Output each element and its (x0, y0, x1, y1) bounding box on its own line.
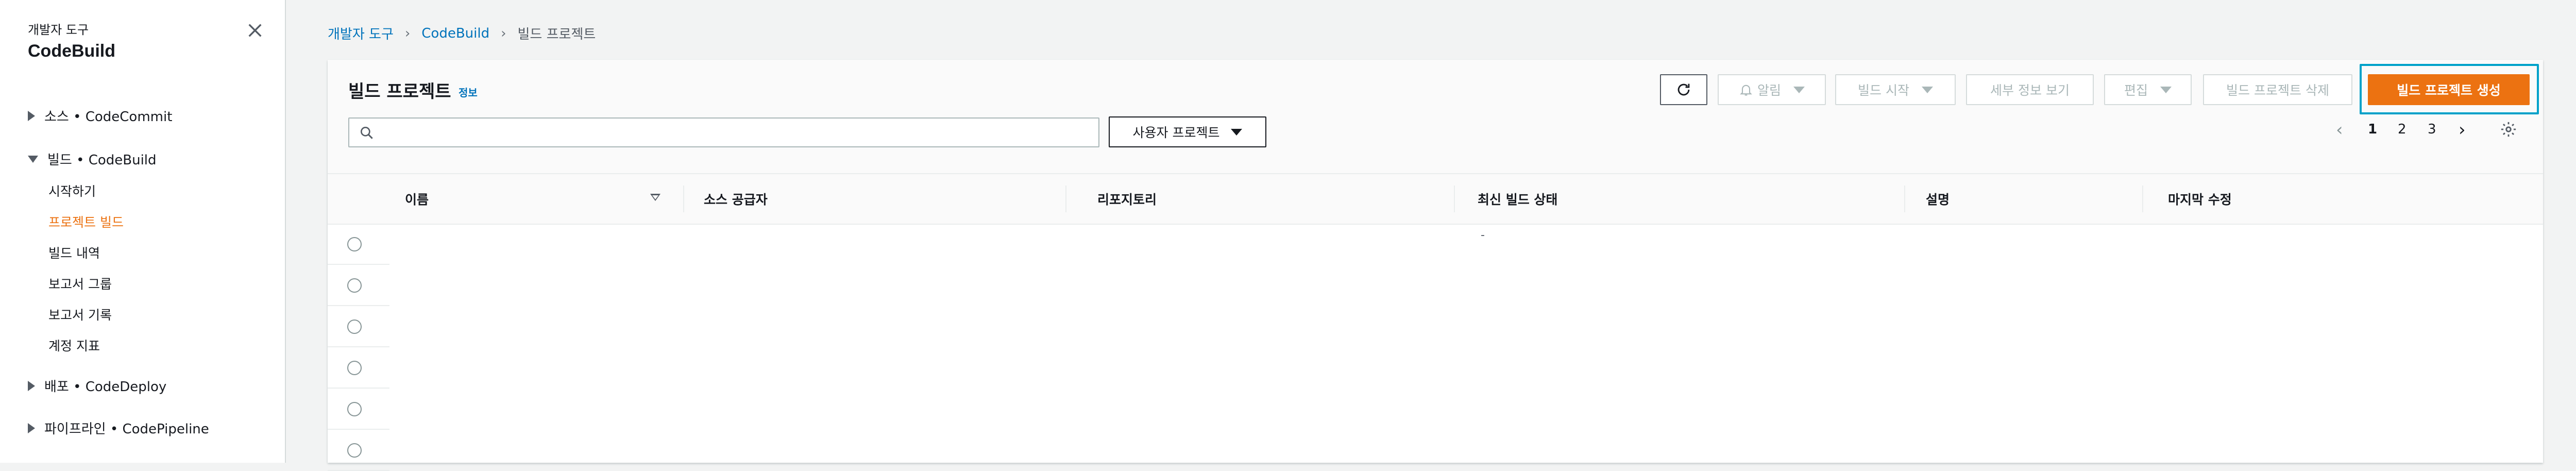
sidebar-group-pipeline[interactable]: 파이프라인 • CodePipeline (28, 418, 209, 438)
table-row[interactable] (328, 389, 2543, 430)
caret-down-icon (1231, 128, 1243, 136)
build-projects-panel: 빌드 프로젝트 정보 알림 빌드 시작 세부 정보 보기 편집 빌드 프로젝트 … (328, 60, 2543, 471)
settings-button[interactable] (2500, 121, 2517, 142)
refresh-button[interactable] (1660, 74, 1707, 105)
start-build-button[interactable]: 빌드 시작 (1835, 74, 1956, 105)
notify-label: 알림 (1757, 83, 1781, 98)
table-row[interactable] (328, 347, 2543, 389)
breadcrumb-developer-tools[interactable]: 개발자 도구 (328, 24, 394, 43)
column-source-provider[interactable]: 소스 공급자 (704, 190, 768, 208)
panel-header: 빌드 프로젝트 정보 알림 빌드 시작 세부 정보 보기 편집 빌드 프로젝트 … (328, 60, 2543, 174)
sidebar-group-source[interactable]: 소스 • CodeCommit (28, 106, 172, 125)
page-title: 빌드 프로젝트 (348, 81, 451, 102)
project-filter-select[interactable]: 사용자 프로젝트 (1109, 116, 1266, 147)
sidebar-group-label: 파이프라인 • CodePipeline (44, 422, 209, 437)
column-repository[interactable]: 리포지토리 (1097, 190, 1157, 208)
row-radio[interactable] (347, 443, 362, 458)
sidebar-title: CodeBuild (28, 41, 115, 61)
refresh-icon (1677, 83, 1690, 96)
create-project-button[interactable]: 빌드 프로젝트 생성 (2368, 74, 2530, 105)
page-3[interactable]: 3 (2428, 122, 2436, 137)
table-row[interactable] (328, 265, 2543, 306)
table-row[interactable] (328, 224, 2543, 265)
chevron-left-icon[interactable]: ‹ (2336, 120, 2343, 140)
bell-icon (1740, 85, 1752, 96)
caret-down-icon (1921, 86, 1933, 93)
row-radio[interactable] (347, 319, 362, 334)
start-build-label: 빌드 시작 (1858, 83, 1909, 98)
caret-right-icon (28, 110, 35, 121)
column-divider[interactable] (1065, 186, 1066, 212)
sidebar-item-report-history[interactable]: 보고서 기록 (48, 305, 112, 324)
column-latest-build-status[interactable]: 최신 빌드 상태 (1478, 190, 1557, 208)
row-select-cell (328, 306, 389, 347)
caret-right-icon (28, 380, 35, 391)
project-filter-label: 사용자 프로젝트 (1132, 125, 1220, 140)
column-name[interactable]: 이름 (405, 190, 429, 208)
search-icon (361, 127, 373, 139)
table-header: 이름 소스 공급자 리포지토리 최신 빌드 상태 설명 마지막 수정 (328, 174, 2543, 225)
row-select-cell (328, 430, 389, 471)
breadcrumb: 개발자 도구 › CodeBuild › 빌드 프로젝트 (328, 24, 596, 43)
edit-button[interactable]: 편집 (2104, 74, 2192, 105)
row-radio[interactable] (347, 402, 362, 416)
search-input[interactable] (382, 122, 1090, 144)
column-description[interactable]: 설명 (1926, 190, 1950, 208)
column-divider[interactable] (2142, 186, 2143, 212)
caret-right-icon (28, 423, 35, 433)
breadcrumb-current: 빌드 프로젝트 (517, 27, 596, 42)
sidebar-subtitle: 개발자 도구 (28, 23, 89, 37)
row-select-cell (328, 389, 389, 430)
row-radio[interactable] (347, 237, 362, 251)
table-row[interactable] (328, 430, 2543, 471)
sidebar-item-report-groups[interactable]: 보고서 그룹 (48, 274, 112, 293)
column-divider[interactable] (1454, 186, 1455, 212)
column-divider[interactable] (1904, 186, 1905, 212)
sidebar-group-label: 배포 • CodeDeploy (44, 379, 167, 395)
caret-down-icon (2160, 86, 2172, 93)
delete-project-button[interactable]: 빌드 프로젝트 삭제 (2203, 74, 2352, 105)
page-2[interactable]: 2 (2398, 122, 2406, 137)
notify-button[interactable]: 알림 (1718, 74, 1826, 105)
sidebar: 개발자 도구 CodeBuild 소스 • CodeCommit 빌드 • Co… (0, 0, 286, 463)
edit-label: 편집 (2124, 83, 2148, 98)
settings-icon (2501, 122, 2516, 137)
sidebar-group-deploy[interactable]: 배포 • CodeDeploy (28, 376, 166, 395)
row-select-cell (328, 224, 389, 265)
column-last-modified[interactable]: 마지막 수정 (2168, 190, 2232, 208)
view-details-button[interactable]: 세부 정보 보기 (1966, 74, 2094, 105)
sidebar-item-getting-started[interactable]: 시작하기 (48, 181, 96, 200)
chevron-right-icon: › (501, 25, 506, 41)
row-radio[interactable] (347, 361, 362, 375)
latest-build-status-value: - (1481, 229, 1485, 242)
close-icon (248, 24, 262, 37)
row-select-cell (328, 347, 389, 389)
chevron-right-icon[interactable]: › (2459, 120, 2466, 140)
sidebar-item-build-projects[interactable]: 프로젝트 빌드 (48, 212, 124, 231)
column-divider[interactable] (683, 186, 684, 212)
breadcrumb-codebuild[interactable]: CodeBuild (421, 26, 489, 41)
sidebar-item-account-metrics[interactable]: 계정 지표 (48, 336, 100, 355)
page-1[interactable]: 1 (2368, 122, 2377, 137)
search-field[interactable] (348, 117, 1099, 147)
caret-down-icon (28, 155, 38, 163)
info-link[interactable]: 정보 (459, 85, 478, 99)
table-row[interactable] (328, 306, 2543, 347)
sidebar-group-label: 빌드 • CodeBuild (47, 153, 157, 168)
row-radio[interactable] (347, 278, 362, 293)
sidebar-group-build[interactable]: 빌드 • CodeBuild (28, 149, 157, 169)
sidebar-item-build-history[interactable]: 빌드 내역 (48, 243, 100, 262)
chevron-right-icon: › (404, 25, 411, 41)
row-select-cell (328, 265, 389, 306)
sort-icon[interactable] (650, 194, 660, 201)
sidebar-group-label: 소스 • CodeCommit (44, 109, 173, 125)
close-button[interactable] (242, 18, 268, 43)
caret-down-icon (1793, 86, 1805, 93)
